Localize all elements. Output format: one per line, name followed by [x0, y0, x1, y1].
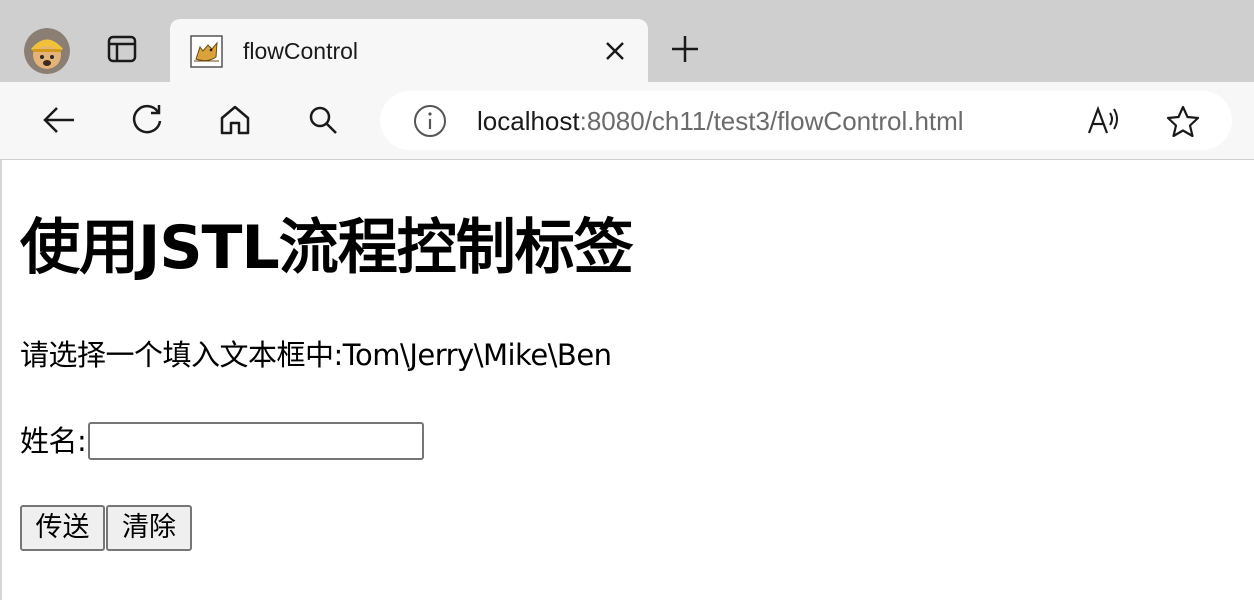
home-icon [219, 104, 251, 140]
back-arrow-icon [42, 106, 76, 138]
name-field-row: 姓名: [20, 418, 425, 464]
browser-window: flowControl localhost:8080/ch11/test3/fl… [0, 0, 1254, 600]
back-button[interactable] [38, 101, 80, 143]
name-input[interactable] [88, 422, 425, 460]
form-buttons: 传送 清除 [20, 505, 193, 551]
profile-avatar[interactable] [24, 28, 70, 74]
url-path: :8080/ch11/test3/flowControl.html [579, 106, 964, 136]
star-icon[interactable] [1164, 103, 1202, 139]
tomcat-favicon-icon [190, 35, 223, 68]
page-title: 使用JSTL流程控制标签 [20, 213, 634, 283]
plus-icon [670, 34, 700, 68]
instruction-text: 请选择一个填入文本框中:Tom\Jerry\Mike\Ben [20, 338, 612, 372]
url-text[interactable]: localhost:8080/ch11/test3/flowControl.ht… [477, 106, 964, 136]
read-aloud-icon[interactable] [1084, 103, 1124, 139]
clear-button[interactable]: 清除 [106, 505, 192, 551]
refresh-icon [130, 103, 164, 141]
new-tab-button[interactable] [664, 30, 706, 72]
close-icon[interactable] [600, 36, 630, 66]
search-button[interactable] [302, 101, 344, 143]
search-icon [308, 105, 338, 139]
page-content: 使用JSTL流程控制标签 请选择一个填入文本框中:Tom\Jerry\Mike\… [0, 160, 1254, 600]
tab-actions-icon [107, 35, 137, 67]
name-label: 姓名: [20, 424, 87, 458]
tab-actions-button[interactable] [100, 30, 144, 72]
home-button[interactable] [214, 101, 256, 143]
info-icon[interactable] [412, 103, 448, 139]
refresh-button[interactable] [126, 101, 168, 143]
navigation-toolbar: localhost:8080/ch11/test3/flowControl.ht… [0, 82, 1254, 160]
address-bar[interactable]: localhost:8080/ch11/test3/flowControl.ht… [380, 91, 1232, 150]
url-host: localhost [477, 106, 580, 136]
send-button[interactable]: 传送 [20, 505, 105, 551]
tab-title: flowControl [243, 38, 359, 64]
tab-strip: flowControl [0, 0, 1254, 83]
tab-flowcontrol[interactable]: flowControl [170, 19, 648, 83]
